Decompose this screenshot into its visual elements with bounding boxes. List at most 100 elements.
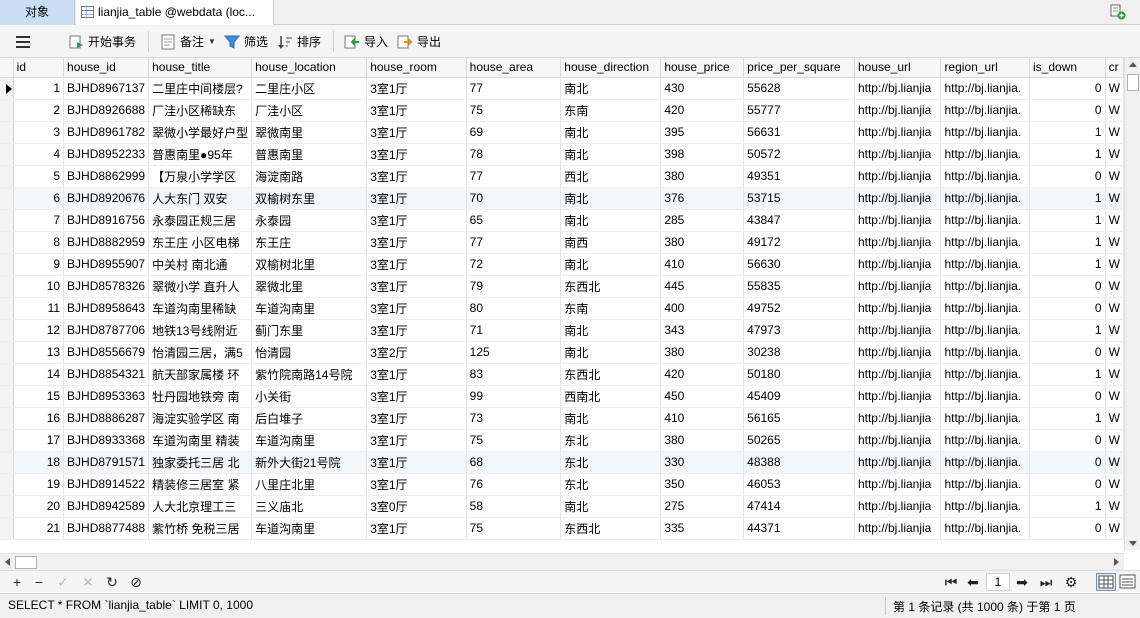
cell-house-url[interactable]: http://bj.lianjia (854, 517, 942, 540)
cell-price-per-square[interactable]: 46053 (743, 473, 855, 496)
cell-is-down[interactable]: 0 (1029, 473, 1106, 496)
table-row[interactable]: 1 BJHD8967137 二里庄中间楼层? 二里庄小区 3室1厅 77 南北 430 5562… (0, 77, 1124, 100)
cell-house-area[interactable]: 75 (466, 517, 562, 540)
cell-house-direction[interactable]: 南北 (560, 319, 662, 342)
cell-house-area[interactable]: 76 (466, 473, 562, 496)
cell-house-id[interactable]: BJHD8578326 (63, 275, 150, 298)
cell-cr[interactable]: W (1105, 429, 1124, 452)
column-header-house-direction[interactable]: house_direction (560, 58, 662, 78)
begin-transaction-button[interactable]: 开始事务 (68, 25, 136, 58)
data-grid[interactable]: id house_id house_title house_location house… (0, 58, 1124, 542)
cell-cr[interactable]: W (1105, 473, 1124, 496)
cell-house-location[interactable]: 怡清园 (251, 341, 368, 364)
cell-house-id[interactable]: BJHD8854321 (63, 363, 150, 386)
cell-price-per-square[interactable]: 50572 (743, 143, 855, 166)
cell-region-url[interactable]: http://bj.lianjia. (940, 77, 1030, 100)
cell-region-url[interactable]: http://bj.lianjia. (940, 385, 1030, 408)
cell-house-area[interactable]: 68 (466, 451, 562, 474)
cell-house-room[interactable]: 3室1厅 (366, 121, 467, 144)
cell-is-down[interactable]: 1 (1029, 143, 1106, 166)
cell-house-price[interactable]: 343 (660, 319, 745, 342)
cell-house-area[interactable]: 71 (466, 319, 562, 342)
cell-house-url[interactable]: http://bj.lianjia (854, 297, 942, 320)
column-header-house-id[interactable]: house_id (63, 58, 150, 78)
next-page-icon[interactable]: ➡ (1014, 574, 1030, 590)
cell-id[interactable]: 5 (13, 165, 65, 188)
cell-house-title[interactable]: 二里庄中间楼层? (148, 77, 253, 100)
cell-is-down[interactable]: 1 (1029, 363, 1106, 386)
column-header-is-down[interactable]: is_down (1029, 58, 1106, 78)
cell-is-down[interactable]: 0 (1029, 77, 1106, 100)
cell-house-direction[interactable]: 南北 (560, 495, 662, 518)
cell-house-location[interactable]: 车道沟南里 (251, 429, 368, 452)
cell-house-location[interactable]: 紫竹院南路14号院 (251, 363, 368, 386)
vertical-scrollbar[interactable] (1124, 58, 1140, 550)
cell-house-area[interactable]: 73 (466, 407, 562, 430)
chevron-down-icon[interactable]: ▼ (208, 37, 216, 46)
cell-house-price[interactable]: 330 (660, 451, 745, 474)
table-row[interactable]: 3 BJHD8961782 翠微小学最好户型 翠微南里 3室1厅 69 南北 395 56631… (0, 121, 1124, 144)
row-indicator[interactable] (0, 429, 14, 452)
cell-house-id[interactable]: BJHD8952233 (63, 143, 150, 166)
cell-house-title[interactable]: 永泰园正规三居 (148, 209, 253, 232)
row-indicator[interactable] (0, 297, 14, 320)
column-header-house-title[interactable]: house_title (148, 58, 253, 78)
cell-house-id[interactable]: BJHD8886287 (63, 407, 150, 430)
table-row[interactable]: 4 BJHD8952233 普惠南里●95年 普惠南里 3室1厅 78 南北 398 50572… (0, 143, 1124, 166)
vertical-scroll-thumb[interactable] (1127, 74, 1139, 91)
cell-id[interactable]: 18 (13, 451, 65, 474)
cell-price-per-square[interactable]: 44371 (743, 517, 855, 540)
column-header-house-price[interactable]: house_price (660, 58, 745, 78)
cell-id[interactable]: 7 (13, 209, 65, 232)
cell-house-price[interactable]: 380 (660, 165, 745, 188)
cell-house-url[interactable]: http://bj.lianjia (854, 165, 942, 188)
cell-house-url[interactable]: http://bj.lianjia (854, 407, 942, 430)
cell-house-title[interactable]: 精装修三居室 紧 (148, 473, 253, 496)
cell-house-room[interactable]: 3室1厅 (366, 319, 467, 342)
scroll-up-icon[interactable] (1129, 62, 1137, 67)
cell-house-direction[interactable]: 南北 (560, 143, 662, 166)
cell-house-area[interactable]: 78 (466, 143, 562, 166)
cell-id[interactable]: 14 (13, 363, 65, 386)
table-row[interactable]: 15 BJHD8953363 牡丹园地铁旁 南小关街 3室1厅 99 西南北 450 4540… (0, 385, 1124, 408)
tab-lianjia-table[interactable]: lianjia_table @webdata (loc... (76, 0, 274, 25)
last-page-icon[interactable]: ⏭ (1038, 574, 1054, 590)
cell-price-per-square[interactable]: 47414 (743, 495, 855, 518)
cell-house-area[interactable]: 125 (466, 341, 562, 364)
cell-house-direction[interactable]: 东西北 (560, 275, 662, 298)
cell-house-id[interactable]: BJHD8920676 (63, 187, 150, 210)
table-row[interactable]: 2 BJHD8926688 厂洼小区稀缺东 厂洼小区 3室1厅 75 东南 420 55777 h… (0, 99, 1124, 122)
cell-region-url[interactable]: http://bj.lianjia. (940, 495, 1030, 518)
cell-cr[interactable]: W (1105, 495, 1124, 518)
cell-id[interactable]: 8 (13, 231, 65, 254)
cell-is-down[interactable]: 0 (1029, 341, 1106, 364)
cell-region-url[interactable]: http://bj.lianjia. (940, 407, 1030, 430)
table-row[interactable]: 10 BJHD8578326 翠微小学 直升人 翠微北里 3室1厅 79 东西北 445 558… (0, 275, 1124, 298)
column-header-price-per-square[interactable]: price_per_square (743, 58, 855, 78)
cell-id[interactable]: 19 (13, 473, 65, 496)
cell-region-url[interactable]: http://bj.lianjia. (940, 363, 1030, 386)
table-row[interactable]: 13 BJHD8556679 怡清园三居，满5 怡清园 3室2厅 125 南北 380 3023… (0, 341, 1124, 364)
cell-is-down[interactable]: 0 (1029, 451, 1106, 474)
cell-house-room[interactable]: 3室1厅 (366, 275, 467, 298)
cell-house-url[interactable]: http://bj.lianjia (854, 253, 942, 276)
cell-house-location[interactable]: 小关街 (251, 385, 368, 408)
cell-region-url[interactable]: http://bj.lianjia. (940, 231, 1030, 254)
cell-house-id[interactable]: BJHD8961782 (63, 121, 150, 144)
cell-is-down[interactable]: 1 (1029, 319, 1106, 342)
cell-house-id[interactable]: BJHD8942589 (63, 495, 150, 518)
cell-price-per-square[interactable]: 30238 (743, 341, 855, 364)
cell-house-url[interactable]: http://bj.lianjia (854, 429, 942, 452)
cell-house-area[interactable]: 58 (466, 495, 562, 518)
cell-house-area[interactable]: 77 (466, 165, 562, 188)
cell-house-title[interactable]: 海淀实验学区 南 (148, 407, 253, 430)
cell-house-url[interactable]: http://bj.lianjia (854, 209, 942, 232)
cell-cr[interactable]: W (1105, 297, 1124, 320)
cell-house-location[interactable]: 翠微北里 (251, 275, 368, 298)
scroll-down-icon[interactable] (1129, 541, 1137, 546)
row-indicator[interactable] (0, 495, 14, 518)
discard-changes-icon[interactable]: ✕ (80, 574, 96, 590)
cell-cr[interactable]: W (1105, 341, 1124, 364)
cell-house-url[interactable]: http://bj.lianjia (854, 495, 942, 518)
menu-icon[interactable] (16, 36, 30, 48)
